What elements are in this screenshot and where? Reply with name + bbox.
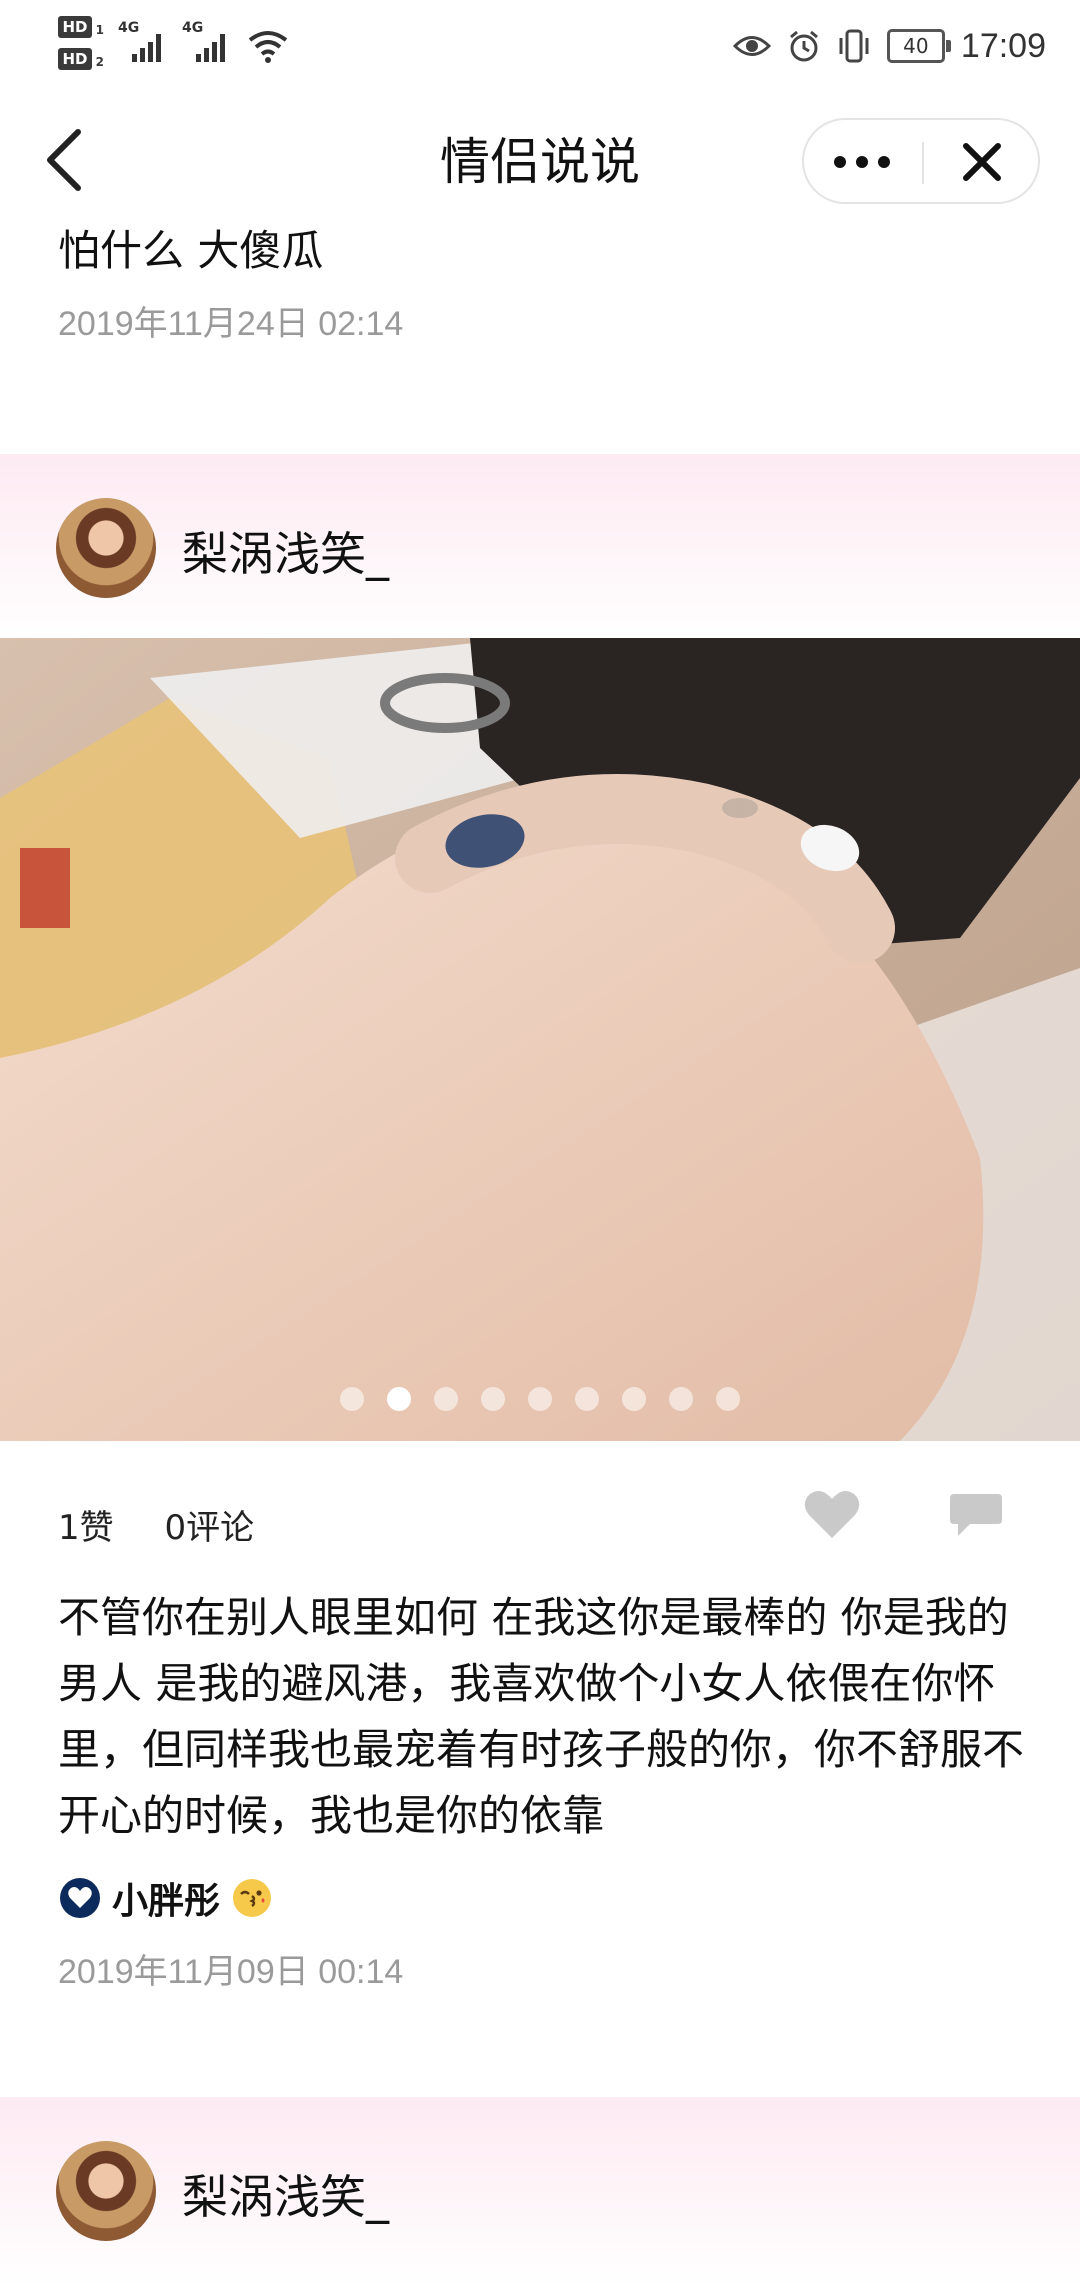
sim1-badge: HD 1 <box>58 16 104 38</box>
sim1-index: 1 <box>95 23 104 37</box>
alarm-icon <box>789 30 818 62</box>
more-icon <box>834 156 890 168</box>
author-name[interactable]: 梨涡浅笑_ <box>182 2161 389 2227</box>
comment-button[interactable] <box>948 1490 1004 1540</box>
battery-level: 40 <box>903 34 929 58</box>
close-icon <box>963 143 1001 181</box>
post-2-stats: 1赞 0评论 <box>58 1500 294 1549</box>
sim2-label: HD <box>62 50 88 68</box>
status-bar: HD 1 HD 2 4G 4G 40 17:09 <box>0 0 1080 96</box>
sim2-index: 2 <box>95 55 104 69</box>
post-2-text: 不管你在别人眼里如何 在我这你是最棒的 你是我的男人 是我的避风港，我喜欢做个小… <box>58 1593 1025 1840</box>
vibrate-icon <box>839 29 869 63</box>
signal-2-icon: 4G <box>182 20 240 68</box>
mini-program-capsule <box>802 118 1040 204</box>
comment-icon <box>950 1494 1002 1536</box>
avatar[interactable] <box>56 498 156 598</box>
post-2-header: 梨涡浅笑_ <box>0 454 1080 642</box>
like-button[interactable] <box>803 1488 861 1540</box>
pager-dot[interactable] <box>340 1387 364 1411</box>
post-3-header: 梨涡浅笑_ <box>0 2097 1080 2285</box>
heart-icon <box>804 1490 860 1538</box>
pager-dot[interactable] <box>528 1387 552 1411</box>
kiss-emoji-icon <box>233 1879 272 1917</box>
post-1-text: 怕什么 大傻瓜 <box>58 226 324 275</box>
author-name[interactable]: 梨涡浅笑_ <box>182 518 389 584</box>
status-time: 17:09 <box>960 26 1046 65</box>
eye-comfort-icon <box>732 36 771 56</box>
heart-badge-icon <box>60 1878 100 1918</box>
post-1-time: 2019年11月24日 02:14 <box>58 305 404 343</box>
post-2-time: 2019年11月09日 00:14 <box>58 1953 404 1991</box>
pager-dot[interactable] <box>481 1387 505 1411</box>
signal-1-icon: 4G <box>118 20 176 68</box>
battery-icon: 40 <box>886 29 951 63</box>
pager-dot[interactable] <box>622 1387 646 1411</box>
partner-line: 小胖彤 <box>58 1872 274 1924</box>
post-2-photo[interactable] <box>0 638 1080 1441</box>
pager-dot[interactable] <box>575 1387 599 1411</box>
photo-holding-hands <box>0 638 1080 1441</box>
network-2-label: 4G <box>182 20 204 36</box>
close-button[interactable] <box>924 120 1040 204</box>
like-count: 1赞 <box>58 1508 114 1548</box>
pager-dot[interactable] <box>716 1387 740 1411</box>
avatar[interactable] <box>56 2141 156 2241</box>
sim2-badge: HD 2 <box>58 48 104 70</box>
comment-count: 0评论 <box>164 1508 255 1548</box>
status-left: HD 1 HD 2 4G 4G <box>58 14 298 84</box>
pager-dot-active[interactable] <box>387 1387 411 1411</box>
pager-dot[interactable] <box>669 1387 693 1411</box>
more-button[interactable] <box>804 120 922 204</box>
status-right: 40 17:09 <box>732 18 1046 74</box>
sim1-label: HD <box>62 18 88 36</box>
photo-pager <box>0 1387 1080 1411</box>
partner-name[interactable]: 小胖彤 <box>112 1872 220 1924</box>
wifi-icon <box>248 31 288 63</box>
network-1-label: 4G <box>118 20 140 36</box>
pager-dot[interactable] <box>434 1387 458 1411</box>
